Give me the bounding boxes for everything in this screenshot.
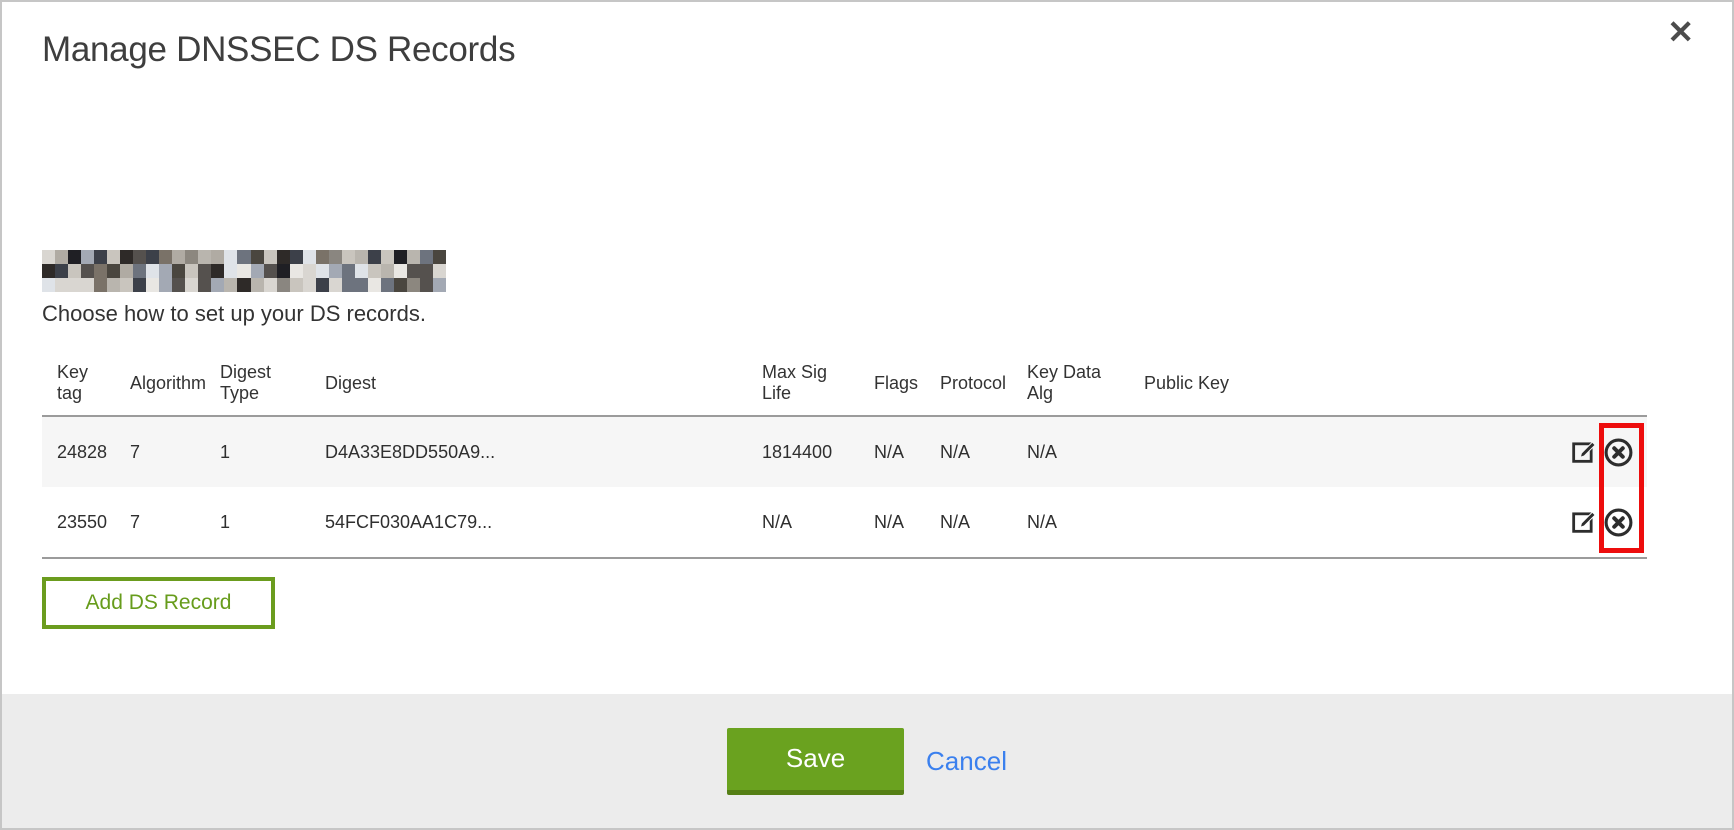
close-icon[interactable]: ✕ [1667, 16, 1694, 48]
ds-records-table-wrap: Key tag Algorithm Digest Type Digest Max… [42, 351, 1647, 559]
cell-digest-type: 1 [205, 487, 310, 558]
edit-record-button[interactable] [1569, 438, 1597, 466]
column-header-actions [1547, 351, 1647, 416]
cell-max-sig-life: N/A [747, 487, 859, 558]
table-row: 24828 7 1 D4A33E8DD550A9... 1814400 N/A … [42, 416, 1647, 487]
dialog-footer: Save Cancel [2, 694, 1732, 828]
table-row: 23550 7 1 54FCF030AA1C79... N/A N/A N/A … [42, 487, 1647, 558]
edit-icon [1569, 438, 1597, 466]
edit-icon [1569, 508, 1597, 536]
column-header-digest: Digest [310, 351, 747, 416]
circle-x-icon [1603, 437, 1634, 468]
save-button[interactable]: Save [727, 728, 904, 795]
cell-key-data-alg: N/A [1012, 487, 1129, 558]
cell-flags: N/A [859, 416, 925, 487]
cell-public-key [1129, 487, 1547, 558]
circle-x-icon [1603, 507, 1634, 538]
column-header-digest-type: Digest Type [205, 351, 310, 416]
add-ds-record-button[interactable]: Add DS Record [42, 577, 275, 629]
ds-records-table: Key tag Algorithm Digest Type Digest Max… [42, 351, 1647, 559]
column-header-key-data-alg: Key Data Alg [1012, 351, 1129, 416]
instruction-text: Choose how to set up your DS records. [42, 300, 1732, 327]
cell-protocol: N/A [925, 487, 1012, 558]
cell-public-key [1129, 416, 1547, 487]
cell-protocol: N/A [925, 416, 1012, 487]
column-header-algorithm: Algorithm [115, 351, 205, 416]
column-header-protocol: Protocol [925, 351, 1012, 416]
cell-digest: D4A33E8DD550A9... [310, 416, 747, 487]
cell-key-tag: 23550 [42, 487, 115, 558]
delete-record-button[interactable] [1603, 507, 1634, 538]
cell-actions [1547, 416, 1647, 487]
cell-algorithm: 7 [115, 487, 205, 558]
column-header-max-sig-life: Max Sig Life [747, 351, 859, 416]
column-header-flags: Flags [859, 351, 925, 416]
cancel-link[interactable]: Cancel [926, 746, 1007, 777]
cell-actions [1547, 487, 1647, 558]
manage-dnssec-dialog: ✕ Manage DNSSEC DS Records Choose how to… [0, 0, 1734, 830]
edit-record-button[interactable] [1569, 508, 1597, 536]
cell-key-data-alg: N/A [1012, 416, 1129, 487]
cell-digest: 54FCF030AA1C79... [310, 487, 747, 558]
delete-record-button[interactable] [1603, 437, 1634, 468]
cell-algorithm: 7 [115, 416, 205, 487]
column-header-key-tag: Key tag [42, 351, 115, 416]
column-header-public-key: Public Key [1129, 351, 1547, 416]
redacted-domain [42, 250, 446, 292]
cell-flags: N/A [859, 487, 925, 558]
cell-digest-type: 1 [205, 416, 310, 487]
cell-max-sig-life: 1814400 [747, 416, 859, 487]
cell-key-tag: 24828 [42, 416, 115, 487]
dialog-title: Manage DNSSEC DS Records [42, 28, 1732, 72]
table-header-row: Key tag Algorithm Digest Type Digest Max… [42, 351, 1647, 416]
